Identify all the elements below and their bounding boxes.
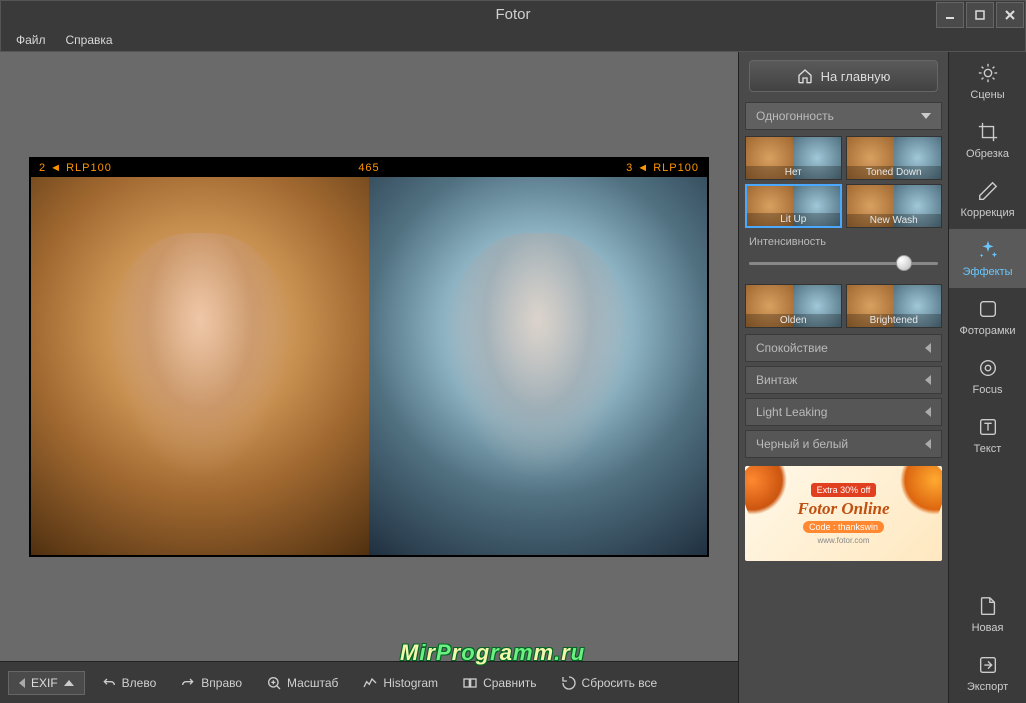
effect-thumb-selected[interactable]: Lit Up: [745, 184, 842, 228]
reset-icon: [561, 675, 577, 691]
frame-icon: [977, 298, 999, 320]
promo-url: www.fotor.com: [817, 536, 869, 545]
film-label-mid: 465: [358, 162, 379, 174]
histogram-icon: [362, 675, 378, 691]
canvas-viewport[interactable]: 2 ◄ RLP100 465 3 ◄ RLP100: [0, 52, 738, 661]
home-icon: [797, 68, 813, 84]
tool-export[interactable]: Экспорт: [949, 644, 1026, 703]
promo-banner[interactable]: Extra 30% off Fotor Online Code : thanks…: [745, 466, 942, 561]
document-icon: [977, 595, 999, 617]
pencil-icon: [977, 180, 999, 202]
compare-icon: [462, 675, 478, 691]
chevron-left-icon: [925, 439, 931, 449]
bottom-toolbar: EXIF Влево Вправо Масштаб Histogram: [0, 661, 738, 703]
app-title: Fotor: [495, 6, 530, 23]
category-header[interactable]: Спокойствие: [745, 334, 942, 362]
effect-thumbnails-bottom: Olden Brightened: [739, 280, 948, 332]
photo-comparison: [31, 177, 707, 555]
zoom-icon: [266, 675, 282, 691]
sparkle-icon: [977, 239, 999, 261]
rotate-left-button[interactable]: Влево: [93, 671, 165, 695]
category-header[interactable]: Черный и белый: [745, 430, 942, 458]
promo-code: Code : thankswin: [803, 521, 884, 533]
slider-thumb[interactable]: [896, 255, 912, 271]
effect-thumb[interactable]: New Wash: [846, 184, 943, 228]
category-header-open[interactable]: Одногонность: [745, 102, 942, 130]
tool-adjust[interactable]: Коррекция: [949, 170, 1026, 229]
photo-frame: 2 ◄ RLP100 465 3 ◄ RLP100: [29, 157, 709, 557]
film-strip-header: 2 ◄ RLP100 465 3 ◄ RLP100: [31, 159, 707, 177]
tool-effects[interactable]: Эффекты: [949, 229, 1026, 288]
intensity-slider[interactable]: [749, 254, 938, 272]
chevron-left-icon: [925, 343, 931, 353]
effect-thumb[interactable]: Toned Down: [846, 136, 943, 180]
tool-crop[interactable]: Обрезка: [949, 111, 1026, 170]
chevron-up-icon: [64, 680, 74, 686]
photo-effect: [369, 177, 707, 555]
close-button[interactable]: [996, 2, 1024, 28]
sun-icon: [977, 62, 999, 84]
rotate-left-icon: [101, 675, 117, 691]
promo-title: Fotor Online: [797, 499, 889, 519]
tool-scenes[interactable]: Сцены: [949, 52, 1026, 111]
main-area: 2 ◄ RLP100 465 3 ◄ RLP100 EXIF Влево: [0, 52, 1026, 703]
film-label-right: 3 ◄ RLP100: [626, 162, 699, 174]
intensity-label: Интенсивность: [749, 236, 938, 248]
window-controls: [935, 1, 1025, 28]
tool-focus[interactable]: Focus: [949, 347, 1026, 406]
effects-panel: На главную Одногонность Нет Toned Down L…: [738, 52, 948, 703]
target-icon: [977, 357, 999, 379]
chevron-left-icon: [925, 407, 931, 417]
chevron-down-icon: [921, 113, 931, 119]
photo-original: [31, 177, 369, 555]
rotate-right-button[interactable]: Вправо: [172, 671, 250, 695]
chevron-left-icon: [19, 678, 25, 688]
tool-text[interactable]: Текст: [949, 406, 1026, 465]
category-header[interactable]: Light Leaking: [745, 398, 942, 426]
film-label-left: 2 ◄ RLP100: [39, 162, 112, 174]
effect-thumb[interactable]: Нет: [745, 136, 842, 180]
promo-badge: Extra 30% off: [811, 483, 877, 497]
menu-help[interactable]: Справка: [66, 33, 113, 47]
menu-bar: Файл Справка: [0, 28, 1026, 52]
exif-label: EXIF: [31, 676, 58, 690]
leaf-decoration: [890, 466, 942, 518]
effect-thumb[interactable]: Olden: [745, 284, 842, 328]
tool-frames[interactable]: Фоторамки: [949, 288, 1026, 347]
menu-file[interactable]: Файл: [16, 33, 46, 47]
export-icon: [977, 654, 999, 676]
category-header[interactable]: Винтаж: [745, 366, 942, 394]
chevron-left-icon: [925, 375, 931, 385]
tool-new[interactable]: Новая: [949, 585, 1026, 644]
minimize-button[interactable]: [936, 2, 964, 28]
crop-icon: [977, 121, 999, 143]
text-icon: [977, 416, 999, 438]
zoom-button[interactable]: Масштаб: [258, 671, 346, 695]
rotate-right-icon: [180, 675, 196, 691]
reset-button[interactable]: Сбросить все: [553, 671, 666, 695]
tool-rail: Сцены Обрезка Коррекция Эффекты Фоторамк…: [948, 52, 1026, 703]
compare-button[interactable]: Сравнить: [454, 671, 544, 695]
intensity-control: Интенсивность: [739, 232, 948, 280]
histogram-button[interactable]: Histogram: [354, 671, 446, 695]
leaf-decoration: [745, 466, 797, 518]
home-button[interactable]: На главную: [749, 60, 938, 92]
effect-thumbnails-top: Нет Toned Down Lit Up New Wash: [739, 132, 948, 232]
canvas-area: 2 ◄ RLP100 465 3 ◄ RLP100 EXIF Влево: [0, 52, 738, 703]
effect-thumb[interactable]: Brightened: [846, 284, 943, 328]
exif-button[interactable]: EXIF: [8, 671, 85, 695]
maximize-button[interactable]: [966, 2, 994, 28]
title-bar: Fotor: [0, 0, 1026, 28]
